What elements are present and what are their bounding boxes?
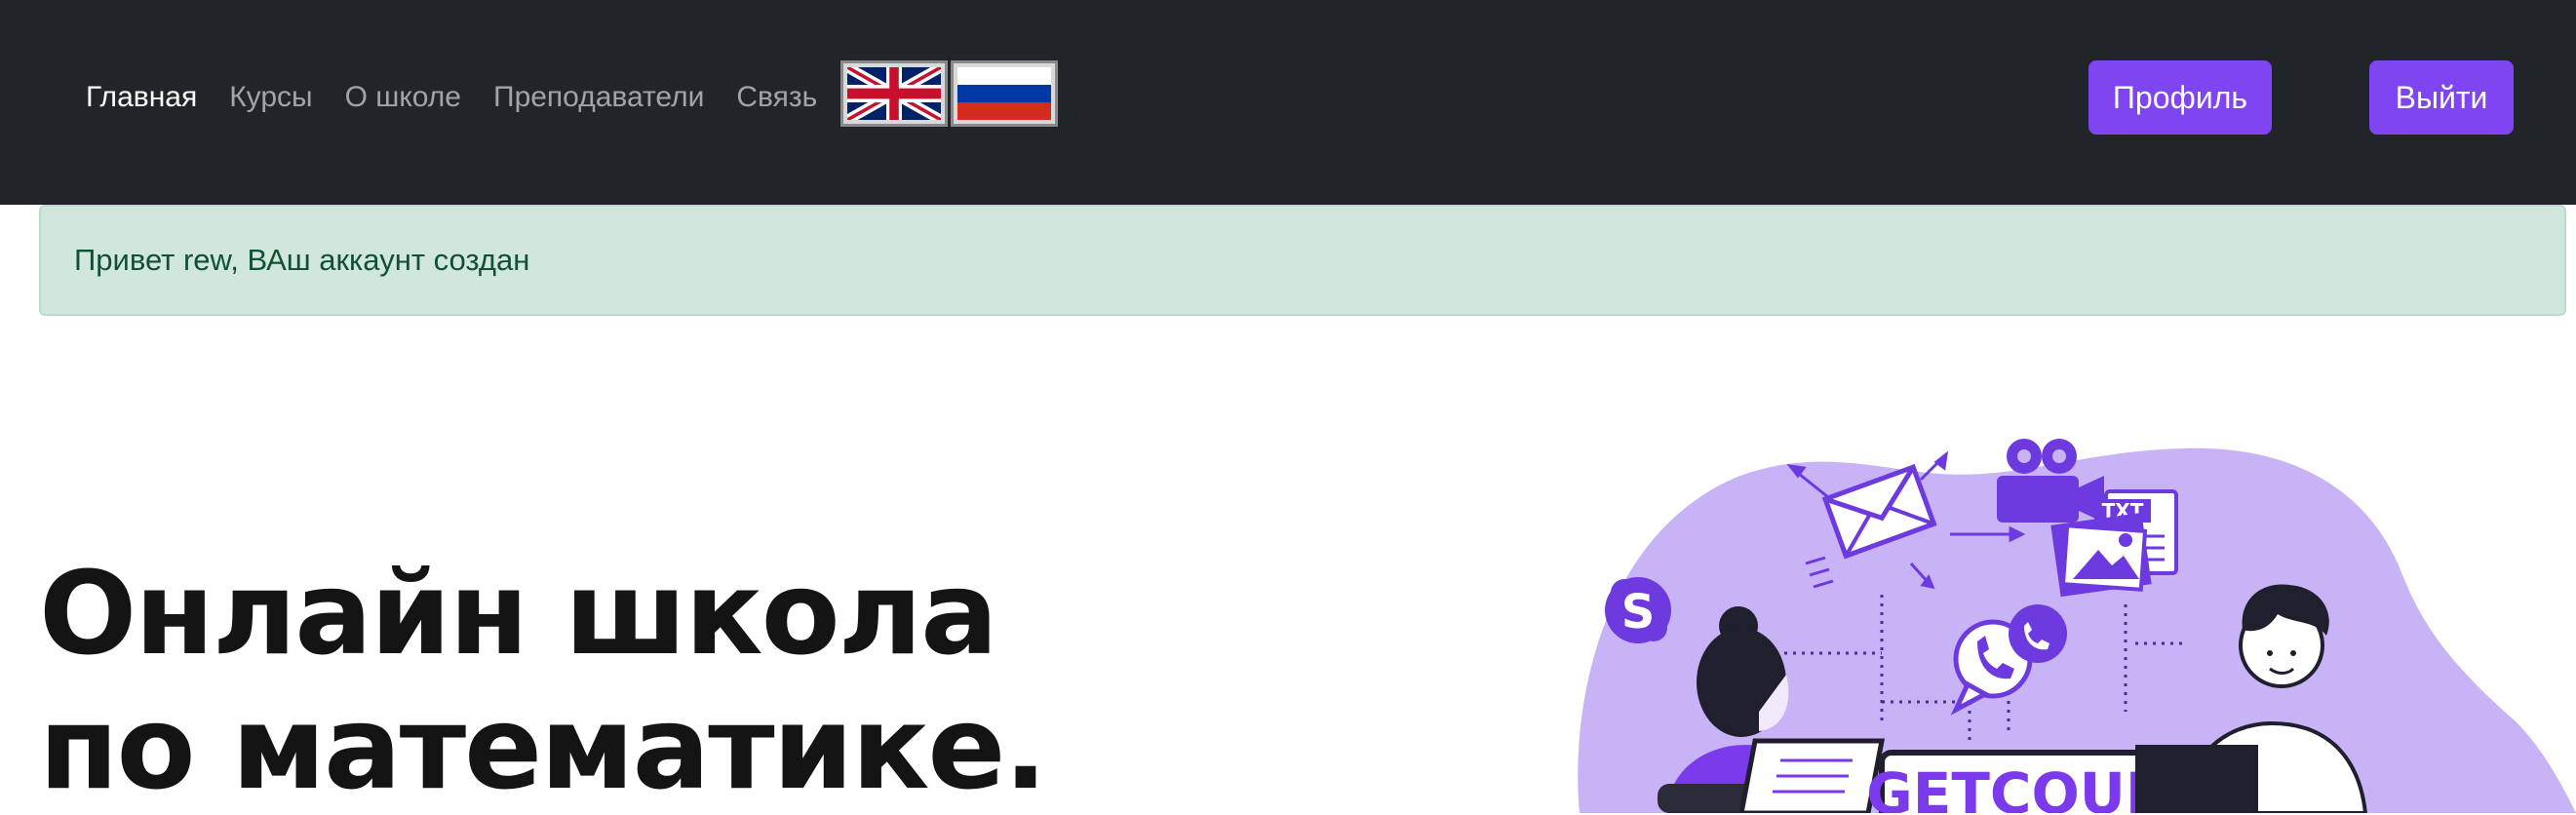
hero-title-line2: по математике. (39, 680, 1047, 815)
svg-text:S: S (1621, 585, 1656, 640)
nav-links: Главная Курсы О школе Преподаватели Связ… (86, 78, 849, 117)
skype-icon: S (1605, 577, 1671, 643)
nav-link-home[interactable]: Главная (86, 78, 197, 117)
logout-button[interactable]: Выйти (2369, 60, 2514, 135)
uk-flag-icon (847, 67, 941, 120)
nav-link-courses[interactable]: Курсы (229, 78, 312, 117)
nav-link-about[interactable]: О школе (345, 78, 461, 117)
image-icon (2050, 512, 2152, 598)
hero-title-line1: Онлайн школа (39, 546, 998, 680)
top-navbar: Главная Курсы О школе Преподаватели Связ… (0, 0, 2576, 205)
hero-illustration: S TXT GETCOURSE (1578, 439, 2576, 813)
hero-title: Онлайн школа по математике. (39, 546, 1047, 815)
nav-link-teachers[interactable]: Преподаватели (493, 78, 704, 117)
ru-flag-icon (957, 67, 1051, 120)
success-alert: Привет rew, ВАш аккаунт создан (39, 205, 2566, 316)
laptop-right (2135, 745, 2258, 813)
russian-language-button[interactable] (951, 60, 1058, 127)
alert-message: Привет rew, ВАш аккаунт создан (74, 243, 530, 277)
nav-link-contact[interactable]: Связь (736, 78, 817, 117)
laptop-left (1738, 738, 1886, 813)
profile-button[interactable]: Профиль (2088, 60, 2272, 135)
english-language-button[interactable] (840, 60, 948, 127)
